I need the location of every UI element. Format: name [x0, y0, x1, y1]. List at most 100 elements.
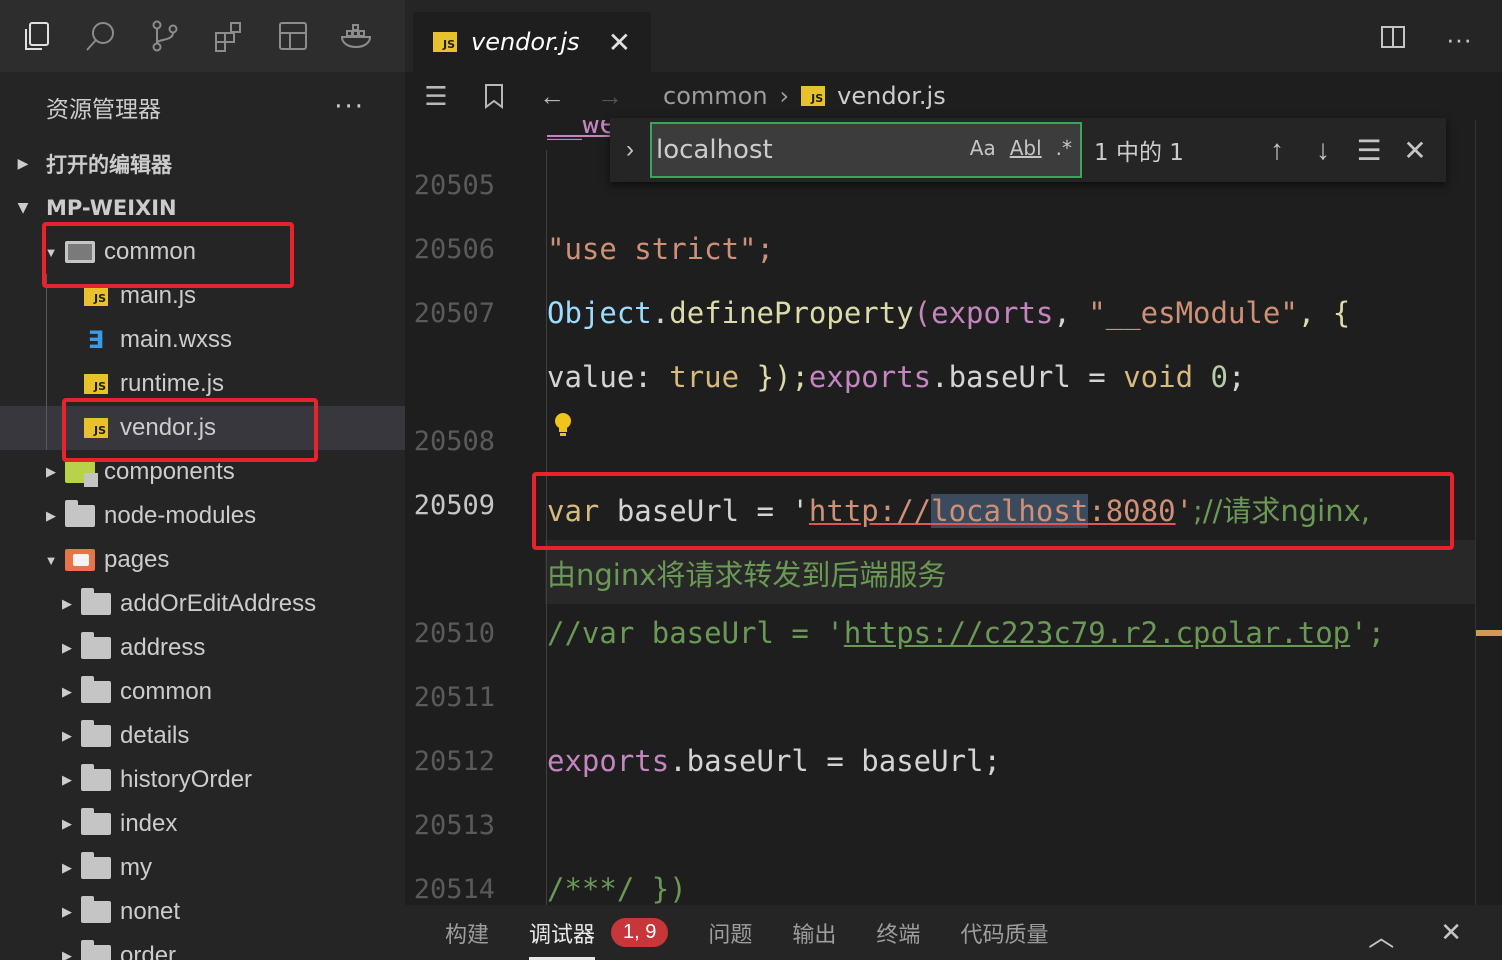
tree-item[interactable]: ▶ node-modules: [0, 494, 405, 538]
find-widget: › Aa Abl .* 1 中的 1 ↑ ↓ ☰ ✕: [610, 118, 1446, 182]
components-folder-icon: [65, 461, 98, 487]
token: Object: [547, 296, 652, 330]
extensions-icon[interactable]: [210, 17, 248, 55]
tree-item[interactable]: ▶ order: [0, 934, 405, 960]
tree-item-label: nonet: [120, 898, 181, 925]
line-number: 20505: [413, 170, 495, 201]
pages-folder-icon: [65, 549, 95, 571]
toggle-replace-icon[interactable]: ›: [610, 136, 650, 164]
code-line: "use strict";: [547, 232, 774, 266]
token: //var baseUrl = ': [547, 616, 844, 650]
bottom-panel-tabs: 构建 调试器 1, 9 问题 输出 终端 代码质量 ︿ ✕: [405, 905, 1502, 960]
close-tab-icon[interactable]: ✕: [608, 26, 631, 59]
file-icon-wrap: [78, 940, 114, 960]
chevron-right-icon: ▶: [46, 464, 56, 479]
highlight-box-vendor: [62, 398, 318, 462]
folder-icon: [65, 500, 95, 527]
tree-item-label: address: [120, 634, 206, 661]
folder-icon: [81, 676, 111, 703]
folder-icon: [81, 852, 111, 879]
panel-tab-debugger[interactable]: 调试器: [529, 905, 596, 960]
tree-item-label: order: [120, 942, 177, 960]
tree-item-label: details: [120, 722, 190, 749]
open-editors-section[interactable]: ▶ 打开的编辑器: [0, 142, 405, 186]
find-in-selection-icon[interactable]: ☰: [1346, 134, 1392, 167]
explorer-icon[interactable]: [18, 17, 56, 55]
close-panel-icon[interactable]: ✕: [1440, 917, 1462, 954]
more-actions-icon[interactable]: ···: [1446, 24, 1472, 57]
activity-bar: [0, 0, 405, 72]
panel-actions: ︿ ✕: [1368, 917, 1462, 954]
docker-icon[interactable]: [338, 17, 376, 55]
tree-item[interactable]: ▶ details: [0, 714, 405, 758]
breadcrumb-file[interactable]: vendor.js: [837, 82, 946, 110]
chevron-right-icon: ▶: [62, 728, 72, 743]
tree-item[interactable]: ▶ nonet: [0, 890, 405, 934]
chevron-right-icon: ▶: [62, 948, 72, 960]
next-match-icon[interactable]: ↓: [1300, 134, 1346, 166]
tree-item[interactable]: ▶ addOrEditAddress: [0, 582, 405, 626]
code-line: Object.defineProperty(exports, "__esModu…: [547, 296, 1350, 330]
token: (: [913, 296, 932, 330]
search-icon[interactable]: [82, 17, 120, 55]
tree-item[interactable]: ▶ common: [0, 670, 405, 714]
file-icon-wrap: [78, 588, 114, 619]
tree-item-label: index: [120, 810, 178, 837]
split-editor-icon[interactable]: [1380, 24, 1406, 57]
line-number: 20514: [413, 874, 495, 905]
breadcrumb-folder[interactable]: common: [663, 82, 768, 110]
tab-vendor-js[interactable]: JS vendor.js ✕: [413, 12, 651, 72]
panel-tab-code-quality[interactable]: 代码质量: [960, 905, 1048, 960]
arrow-left-icon[interactable]: ←: [537, 81, 567, 111]
lightbulb-icon[interactable]: [553, 412, 573, 438]
find-input[interactable]: [656, 135, 946, 165]
tree-item[interactable]: ▶ index: [0, 802, 405, 846]
regex-icon[interactable]: .*: [1056, 136, 1072, 160]
chevron-right-icon: ▶: [62, 816, 72, 831]
file-icon-wrap: [78, 808, 114, 839]
tree-item[interactable]: ▶ my: [0, 846, 405, 890]
tree-item[interactable]: ▼ pages: [0, 538, 405, 582]
token: ;: [1227, 360, 1246, 394]
previous-match-icon[interactable]: ↑: [1254, 134, 1300, 166]
tree-item[interactable]: ∃ main.wxss: [0, 318, 405, 362]
source-control-icon[interactable]: [146, 17, 184, 55]
tab-label: vendor.js: [471, 28, 580, 56]
tree-item[interactable]: ▶ historyOrder: [0, 758, 405, 802]
chevron-right-icon: ▶: [62, 640, 72, 655]
token: :: [634, 360, 670, 394]
chevron-down-icon: ▼: [17, 200, 29, 216]
folder-icon: [81, 896, 111, 923]
match-count: 1 中的 1: [1094, 140, 1184, 166]
more-actions-icon[interactable]: ···: [334, 92, 365, 122]
folder-icon: [81, 808, 111, 835]
tree-item-label: addOrEditAddress: [120, 590, 317, 617]
css-file-icon: ∃: [87, 326, 105, 354]
scrollbar-track[interactable]: [1475, 120, 1476, 905]
close-find-icon[interactable]: ✕: [1392, 134, 1438, 167]
editor-tab-bar: JS vendor.js ✕ ···: [405, 0, 1502, 72]
panel-tab-problems[interactable]: 问题: [708, 905, 752, 960]
panel-tab-build[interactable]: 构建: [445, 905, 489, 960]
arrow-right-icon[interactable]: →: [595, 81, 625, 111]
tree-item-label: historyOrder: [120, 766, 253, 793]
panel-tab-terminal[interactable]: 终端: [876, 905, 920, 960]
panel-tab-output[interactable]: 输出: [792, 905, 836, 960]
outline-list-icon[interactable]: ☰: [421, 81, 451, 111]
layout-icon[interactable]: [274, 17, 312, 55]
whole-word-icon[interactable]: Abl: [1010, 136, 1042, 160]
file-icon-wrap: [62, 500, 98, 531]
chevron-up-icon[interactable]: ︿: [1368, 917, 1394, 954]
file-icon-wrap: [78, 896, 114, 927]
find-input-box: Aa Abl .*: [650, 122, 1082, 178]
chevron-right-icon: ▶: [62, 772, 72, 787]
match-case-icon[interactable]: Aa: [970, 136, 996, 160]
tree-item[interactable]: ▶ address: [0, 626, 405, 670]
token: .: [651, 296, 670, 330]
file-icon-wrap: [78, 720, 114, 751]
file-icon-wrap: JS: [78, 369, 114, 399]
bookmark-icon[interactable]: [479, 81, 509, 111]
highlight-box-baseurl: [532, 472, 1454, 550]
tree-item-label: pages: [104, 546, 170, 573]
tree-item-label: my: [120, 854, 152, 881]
